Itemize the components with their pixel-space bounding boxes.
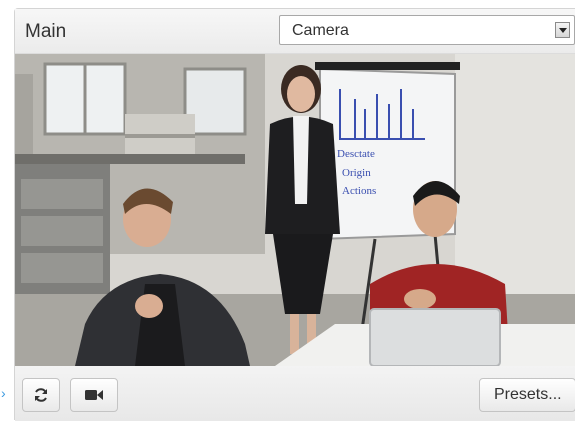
whiteboard-line-1: Desctate — [337, 148, 375, 160]
whiteboard-line-2: Origin — [342, 167, 371, 179]
refresh-icon — [35, 388, 47, 402]
whiteboard-line-3: Actions — [342, 185, 376, 197]
side-marker: › — [1, 385, 6, 401]
presets-button[interactable]: Presets... — [479, 378, 575, 412]
source-select-value: Camera — [292, 22, 349, 39]
main-panel: Main Camera Desctate Origin Actions Pres… — [14, 8, 575, 421]
panel-title: Main — [25, 21, 67, 42]
video-camera-button[interactable] — [70, 378, 118, 412]
refresh-button[interactable] — [22, 378, 60, 412]
source-select[interactable]: Camera — [279, 15, 575, 45]
panel-header: Main Camera — [15, 9, 575, 54]
camera-video-feed[interactable]: Desctate Origin Actions — [15, 54, 575, 366]
toolbar: Presets... — [15, 366, 575, 421]
chevron-down-icon[interactable] — [555, 22, 570, 38]
camera-frame: Desctate Origin Actions — [15, 54, 575, 366]
video-camera-icon — [85, 390, 103, 400]
